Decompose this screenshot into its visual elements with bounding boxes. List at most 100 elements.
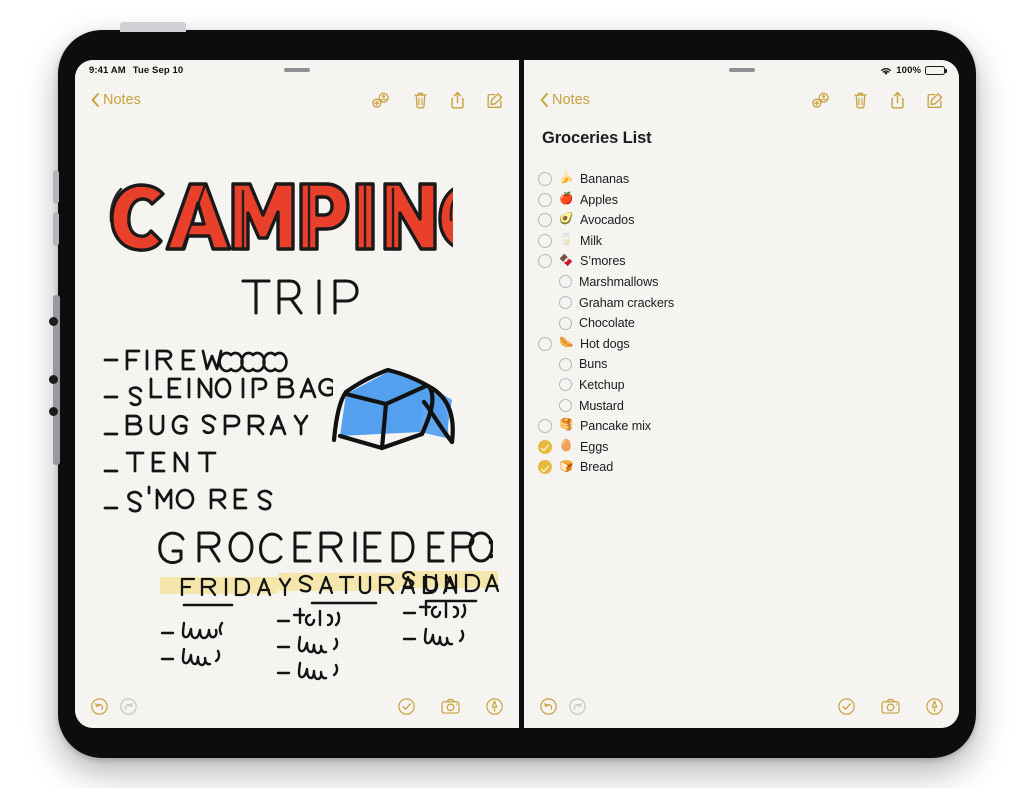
item-label: Bananas <box>580 172 630 186</box>
checkbox-checked-icon[interactable] <box>538 439 552 454</box>
compose-icon[interactable] <box>487 92 503 109</box>
checkbox-checked-icon[interactable] <box>538 460 552 475</box>
checklist-item[interactable]: Graham crackers <box>538 294 959 312</box>
split-pane-left: 9:41 AM Tue Sep 10 Notes <box>75 60 519 728</box>
checklist-item[interactable]: 🍫 S’mores <box>538 252 959 270</box>
item-label: Mustard <box>579 398 624 413</box>
back-to-notes-button-left[interactable]: Notes <box>91 92 141 108</box>
checklist-item[interactable]: 🌭 Hot dogs <box>538 335 959 353</box>
item-label: Apples <box>580 192 618 207</box>
item-emoji: 🌭 <box>559 337 574 349</box>
trash-icon[interactable] <box>853 91 868 109</box>
share-icon[interactable] <box>890 91 905 109</box>
checklist-item[interactable]: Marshmallows <box>538 273 959 291</box>
antenna-strip <box>120 22 186 32</box>
checkbox-icon[interactable] <box>538 213 552 228</box>
item-emoji: 🍫 <box>559 254 574 267</box>
item-label: Milk <box>580 233 602 248</box>
status-date: Tue Sep 10 <box>132 65 184 76</box>
item-label: Bread <box>580 460 614 475</box>
item-emoji: 🍞 <box>559 460 574 473</box>
item-emoji: 🥚 <box>559 439 574 452</box>
smart-connector <box>49 295 60 465</box>
handwritten-title-trip <box>237 271 377 319</box>
checklist-item[interactable]: 🥑 Avocados <box>538 211 959 229</box>
item-emoji: 🍌 <box>559 172 574 185</box>
handwritten-title-camping <box>93 163 494 273</box>
checkbox-icon[interactable] <box>538 172 552 186</box>
checklist-item[interactable]: 🍞 Bread <box>538 458 959 476</box>
checkbox-icon[interactable] <box>538 419 552 434</box>
bottom-toolbar-right <box>524 688 959 728</box>
back-label-right: Notes <box>552 92 590 108</box>
item-emoji: 🍎 <box>559 192 574 205</box>
checklist-item[interactable]: Buns <box>538 355 959 373</box>
checklist-item[interactable]: 🥞 Pancake mix <box>538 417 959 435</box>
camera-icon[interactable] <box>881 698 900 714</box>
checklist-item[interactable]: Ketchup <box>538 376 959 394</box>
checkbox-icon[interactable] <box>538 233 552 248</box>
item-label: Pancake mix <box>580 419 651 434</box>
home-indicator[interactable] <box>408 748 626 753</box>
markup-icon[interactable] <box>926 697 943 715</box>
status-bar-right: 100% <box>524 60 959 81</box>
multitask-drag-handle[interactable] <box>728 68 755 72</box>
handwritten-days-block <box>160 570 500 701</box>
undo-icon[interactable] <box>91 697 108 715</box>
item-emoji: 🥛 <box>559 234 574 247</box>
item-label: Marshmallows <box>579 274 659 289</box>
share-icon[interactable] <box>450 91 465 109</box>
trash-icon[interactable] <box>413 91 428 109</box>
undo-icon[interactable] <box>540 697 557 715</box>
collaborate-icon[interactable] <box>812 92 831 109</box>
markup-icon[interactable] <box>486 697 503 715</box>
item-label: S’mores <box>580 254 626 269</box>
checkbox-icon[interactable] <box>559 357 572 371</box>
redo-icon <box>569 697 586 715</box>
checklist-icon[interactable] <box>398 697 415 715</box>
item-emoji: 🥞 <box>559 419 574 432</box>
handwritten-note-canvas[interactable] <box>75 119 519 688</box>
status-bar-left: 9:41 AM Tue Sep 10 <box>75 60 519 81</box>
volume-down-button[interactable] <box>53 212 59 246</box>
camera-icon[interactable] <box>441 698 460 714</box>
toolbar-icons-right <box>812 91 943 109</box>
wifi-icon <box>881 67 892 75</box>
multitask-drag-handle[interactable] <box>284 68 310 72</box>
checklist-item[interactable]: 🥚 Eggs <box>538 438 959 456</box>
checklist-item[interactable]: Mustard <box>538 397 959 415</box>
item-label: Hot dogs <box>580 336 630 351</box>
redo-icon <box>120 697 137 715</box>
back-to-notes-button-right[interactable]: Notes <box>540 92 590 108</box>
toolbar-right: Notes <box>524 81 959 119</box>
checklist-item[interactable]: Chocolate <box>538 314 959 332</box>
item-emoji: 🥑 <box>559 213 574 226</box>
checklist-item[interactable]: 🍌 Bananas <box>538 170 959 188</box>
checklist-item[interactable]: 🍎 Apples <box>538 191 959 209</box>
checkbox-icon[interactable] <box>559 275 572 289</box>
ipad-screen: 9:41 AM Tue Sep 10 Notes 100% Notes Groc… <box>75 60 959 728</box>
chevron-left-icon <box>91 93 99 107</box>
checklist-item[interactable]: 🥛 Milk <box>538 232 959 250</box>
checkbox-icon[interactable] <box>538 254 552 269</box>
checkbox-icon[interactable] <box>559 399 572 413</box>
checkbox-icon[interactable] <box>559 296 572 310</box>
item-label: Buns <box>579 357 608 372</box>
collaborate-icon[interactable] <box>372 92 391 109</box>
item-label: Graham crackers <box>579 295 675 310</box>
checkbox-icon[interactable] <box>559 316 572 330</box>
chevron-left-icon <box>540 93 548 107</box>
checkbox-icon[interactable] <box>538 192 552 207</box>
back-label-left: Notes <box>103 92 141 108</box>
compose-icon[interactable] <box>927 92 943 109</box>
status-time: 9:41 AM <box>89 65 126 76</box>
checkbox-icon[interactable] <box>559 378 572 392</box>
toolbar-left: Notes <box>75 81 519 119</box>
note-title[interactable]: Groceries List <box>524 119 959 148</box>
checklist-icon[interactable] <box>838 697 855 715</box>
checkbox-icon[interactable] <box>538 336 552 351</box>
item-label: Eggs <box>580 439 609 454</box>
volume-up-button[interactable] <box>53 170 59 204</box>
bottom-toolbar-left <box>75 688 519 728</box>
toolbar-icons-left <box>372 91 503 109</box>
